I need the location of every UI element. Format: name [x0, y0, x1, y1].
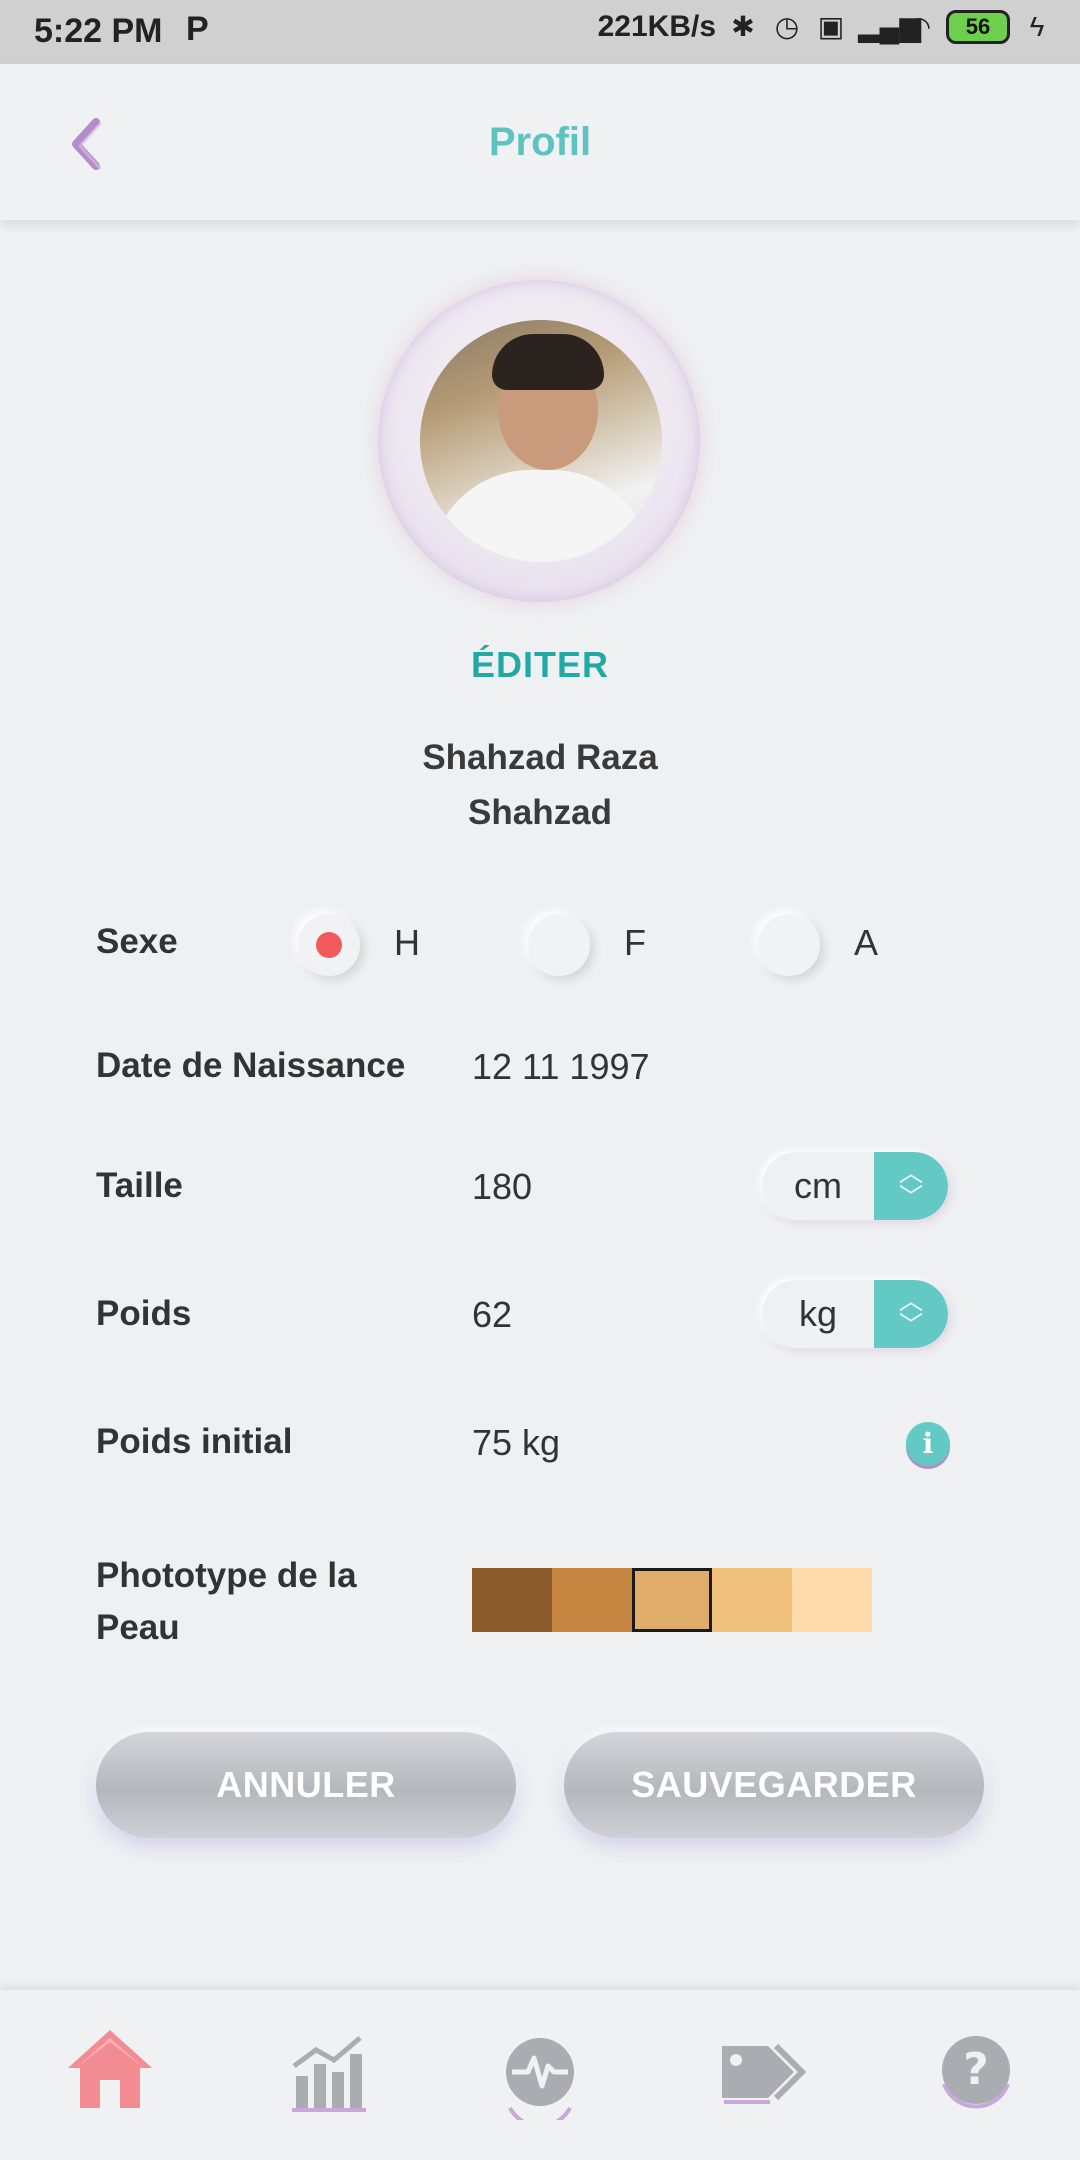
signal-icon: ▂▄▆ [858, 11, 921, 42]
nav-help[interactable]: ? [926, 2020, 1026, 2120]
weight-unit-value: kg [798, 1293, 838, 1334]
skin-phototype-selector [472, 1568, 872, 1632]
nav-offers[interactable] [710, 2020, 810, 2120]
status-bar: 5:22 PM P 221KB/s ✱ ◷ ▣ ▂▄▆ ◠ 56 ϟ [0, 0, 1080, 64]
chevron-down-icon: ﹀ [899, 1184, 923, 1211]
heartbeat-icon [506, 2038, 574, 2128]
sex-label: Sexe [96, 922, 178, 961]
user-username: Shahzad [468, 793, 612, 832]
svg-text:?: ? [963, 2044, 989, 2095]
chevron-up-icon: ︿ [899, 1288, 923, 1315]
charging-icon: ϟ [1029, 11, 1045, 42]
weight-label: Poids [96, 1294, 192, 1333]
avatar-shirt [430, 470, 652, 562]
bottom-navigation: ? [0, 1990, 1080, 2160]
help-icon: ? [942, 2036, 1010, 2109]
radio-sex-a[interactable] [758, 914, 820, 976]
radio-selected-dot [316, 932, 342, 958]
unit-stepper-icon[interactable]: ︿ ﹀ [874, 1280, 948, 1348]
battery-icon: 56 [946, 10, 1010, 44]
volte-icon: ▣ [817, 11, 845, 42]
edit-profile-button[interactable]: ÉDITER [0, 644, 1080, 686]
radio-label-h: H [394, 922, 420, 963]
nav-activity[interactable] [490, 2020, 590, 2128]
tags-icon [722, 2043, 807, 2104]
status-time: 5:22 PM [34, 12, 163, 50]
radio-label-f: F [624, 922, 646, 963]
app-indicator-icon: P [186, 10, 209, 48]
skin-swatch-2[interactable] [552, 1568, 632, 1632]
radio-sex-f[interactable] [528, 914, 590, 976]
radio-label-a: A [854, 922, 879, 963]
nav-statistics[interactable] [278, 2020, 378, 2120]
bluetooth-icon: ✱ [731, 11, 755, 42]
weight-unit-select[interactable]: kg ︿ ﹀ [762, 1280, 948, 1348]
save-button[interactable]: SAUVEGARDER [564, 1732, 984, 1838]
wifi-icon: ◠ [906, 11, 932, 42]
app-header: Profil [0, 64, 1080, 220]
skin-swatch-5[interactable] [792, 1568, 872, 1632]
birth-date-field[interactable]: 12 11 1997 [472, 1046, 650, 1088]
skin-swatch-4[interactable] [712, 1568, 792, 1632]
weight-field[interactable]: 62 [472, 1294, 512, 1336]
chart-icon [292, 2036, 366, 2112]
height-field[interactable]: 180 [472, 1166, 532, 1208]
info-icon[interactable]: i [906, 1422, 950, 1466]
user-full-name: Shahzad Raza [422, 738, 658, 777]
skin-swatch-1[interactable] [472, 1568, 552, 1632]
status-icons: 221KB/s ✱ ◷ ▣ ▂▄▆ ◠ 56 ϟ [598, 10, 1054, 44]
avatar-hair [492, 334, 604, 390]
network-speed: 221KB/s [597, 10, 716, 43]
nav-home[interactable] [60, 2020, 160, 2120]
skin-swatch-3[interactable] [632, 1568, 712, 1632]
skin-phototype-label-line1: Phototype de la [96, 1556, 357, 1595]
page-title: Profil [488, 120, 592, 164]
skin-phototype-label-line2: Peau [96, 1608, 180, 1647]
cancel-button[interactable]: ANNULER [96, 1732, 516, 1838]
chevron-down-icon: ﹀ [899, 1312, 923, 1339]
initial-weight-value: 75 kg [472, 1422, 561, 1463]
radio-sex-h[interactable] [298, 914, 360, 976]
unit-stepper-icon[interactable]: ︿ ﹀ [874, 1152, 948, 1220]
initial-weight-label: Poids initial [96, 1422, 293, 1461]
chevron-up-icon: ︿ [899, 1160, 923, 1187]
birth-date-label: Date de Naissance [96, 1046, 406, 1085]
height-unit-value: cm [794, 1165, 842, 1206]
home-icon [68, 2030, 152, 2108]
alarm-icon: ◷ [774, 11, 800, 42]
height-label: Taille [96, 1166, 183, 1205]
height-unit-select[interactable]: cm ︿ ﹀ [762, 1152, 948, 1220]
avatar[interactable] [420, 320, 662, 562]
